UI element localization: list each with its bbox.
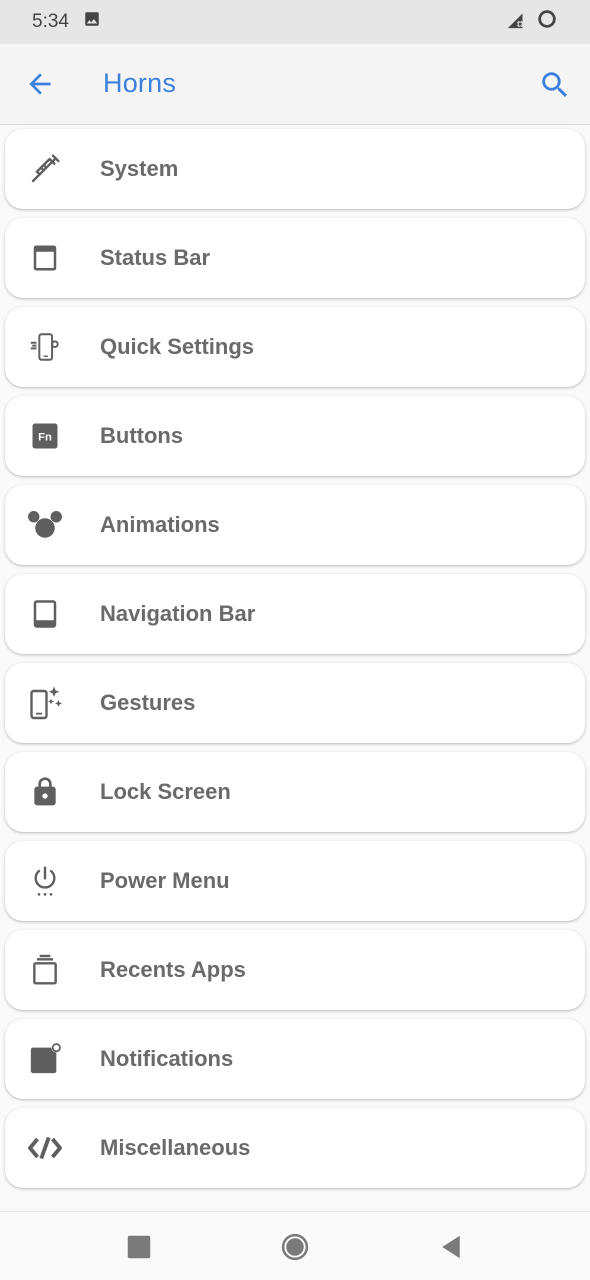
list-item-gestures[interactable]: Gestures [5, 663, 585, 743]
list-item-label: Gestures [100, 690, 196, 715]
status-time: 5:34 [32, 11, 69, 32]
list-item-label: Lock Screen [100, 779, 231, 804]
list-item-label: Recents Apps [100, 957, 246, 982]
navigation-bar-icon [27, 596, 63, 632]
list-item-lock-screen[interactable]: Lock Screen [5, 752, 585, 832]
phone-sparkle-icon [27, 685, 63, 721]
fn-key-icon: Fn [27, 418, 63, 454]
list-item-recents-apps[interactable]: Recents Apps [5, 930, 585, 1010]
app-bar: Horns [0, 44, 590, 125]
list-item-label: Power Menu [100, 868, 230, 893]
home-circle-icon[interactable] [280, 1232, 310, 1262]
recents-square-icon[interactable] [124, 1232, 154, 1262]
list-item-label: Miscellaneous [100, 1135, 251, 1160]
list-item-status-bar[interactable]: Status Bar [5, 218, 585, 298]
list-item-label: System [100, 156, 179, 181]
status-bar-icon [27, 240, 63, 276]
back-triangle-icon[interactable] [436, 1232, 466, 1262]
list-item-label: Navigation Bar [100, 601, 256, 626]
status-bar: 5:34 [0, 0, 590, 44]
syringe-icon [27, 151, 63, 187]
lock-icon [27, 774, 63, 810]
system-nav-bar [0, 1211, 590, 1280]
list-item-label: Quick Settings [100, 334, 255, 359]
list-item-miscellaneous[interactable]: Miscellaneous [5, 1108, 585, 1188]
search-icon[interactable] [538, 68, 572, 102]
power-icon [27, 863, 63, 899]
phone-settings-icon [27, 329, 63, 365]
list-item-label: Animations [100, 512, 220, 537]
list-item-animations[interactable]: Animations [5, 485, 585, 565]
list-item-label: Notifications [100, 1046, 234, 1071]
signal-icon [506, 8, 528, 36]
list-item-quick-settings[interactable]: Quick Settings [5, 307, 585, 387]
list-item-notifications[interactable]: Notifications [5, 1019, 585, 1099]
list-item-buttons[interactable]: Fn Buttons [5, 396, 585, 476]
image-notification-icon [83, 10, 101, 34]
list-item-label: Status Bar [100, 245, 211, 270]
notification-dot-icon [27, 1041, 63, 1077]
recents-icon [27, 952, 63, 988]
battery-ring-icon [536, 8, 558, 36]
page-title: Horns [103, 68, 177, 98]
list-item-power-menu[interactable]: Power Menu [5, 841, 585, 921]
list-item-navigation-bar[interactable]: Navigation Bar [5, 574, 585, 654]
arrow-back-icon[interactable] [24, 68, 56, 100]
code-icon [27, 1130, 63, 1166]
list-item-system[interactable]: System [5, 129, 585, 209]
list-item-label: Buttons [100, 423, 184, 448]
mouse-ears-icon [27, 507, 63, 543]
svg-text:Fn: Fn [38, 431, 52, 443]
